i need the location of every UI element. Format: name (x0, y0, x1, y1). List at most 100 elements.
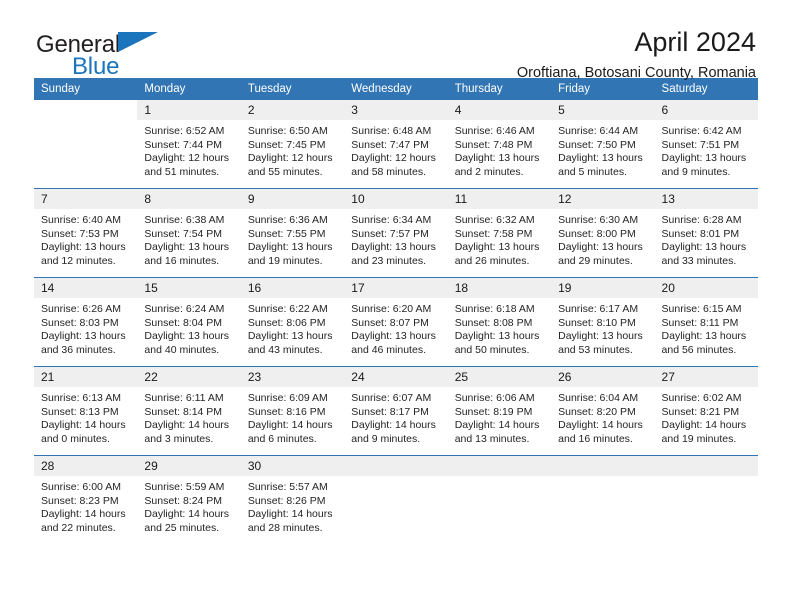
calendar-day-cell[interactable]: 8 Sunrise: 6:38 AM Sunset: 7:54 PM Daylight… (137, 188, 241, 278)
sunset-text: Sunset: 8:07 PM (351, 316, 429, 329)
daylight-text-line2: and 46 minutes. (351, 343, 426, 356)
calendar-day-cell[interactable]: 20 Sunrise: 6:15 AM Sunset: 8:11 PM Dayligh… (654, 277, 758, 367)
sunset-text: Sunset: 7:53 PM (41, 227, 119, 240)
daylight-text-line2: and 13 minutes. (454, 432, 530, 445)
weekday-header-tuesday: Tuesday (240, 78, 345, 100)
calendar-day-cell[interactable]: 10 Sunrise: 6:34 AM Sunset: 7:57 PM Dayligh… (344, 188, 448, 278)
day-cell-inner: 30 Sunrise: 5:57 AM Sunset: 8:26 PM Dayligh… (240, 456, 345, 544)
sunrise-text: Sunrise: 6:40 AM (41, 214, 121, 226)
daylight-text-line2: and 19 minutes. (247, 254, 323, 267)
day-cell-inner: 11 Sunrise: 6:32 AM Sunset: 7:58 PM Dayligh… (447, 189, 552, 277)
day-number: 14 (34, 278, 138, 298)
calendar-day-cell[interactable]: 4 Sunrise: 6:46 AM Sunset: 7:48 PM Daylight… (447, 100, 552, 189)
day-number: 18 (447, 278, 552, 298)
day-cell-inner: 20 Sunrise: 6:15 AM Sunset: 8:11 PM Dayligh… (654, 278, 758, 366)
calendar-day-cell[interactable]: 14 Sunrise: 6:26 AM Sunset: 8:03 PM Dayligh… (34, 277, 138, 367)
calendar-day-cell[interactable]: 17 Sunrise: 6:20 AM Sunset: 8:07 PM Dayligh… (344, 277, 448, 367)
day-details: Sunrise: 6:44 AM Sunset: 7:50 PM Daylight:… (551, 120, 654, 179)
calendar-day-cell[interactable]: 18 Sunrise: 6:18 AM Sunset: 8:08 PM Dayligh… (447, 277, 552, 367)
daylight-text-line1: Daylight: 13 hours (454, 241, 540, 254)
general-blue-logo[interactable]: General Blue (36, 31, 160, 79)
day-cell-inner: 22 Sunrise: 6:11 AM Sunset: 8:14 PM Dayligh… (137, 367, 241, 455)
sunset-text: Sunset: 8:00 PM (558, 227, 636, 240)
day-cell-inner: 25 Sunrise: 6:06 AM Sunset: 8:19 PM Dayligh… (447, 367, 552, 455)
calendar-day-cell[interactable]: 6 Sunrise: 6:42 AM Sunset: 7:51 PM Daylight… (654, 100, 758, 189)
daylight-text-line1: Daylight: 13 hours (144, 330, 230, 343)
sunrise-text: Sunrise: 6:04 AM (558, 392, 639, 404)
sunset-text: Sunset: 7:45 PM (247, 138, 326, 151)
calendar-day-cell[interactable]: 7 Sunrise: 6:40 AM Sunset: 7:53 PM Daylight… (34, 188, 138, 278)
day-details: Sunrise: 6:07 AM Sunset: 8:17 PM Daylight:… (344, 387, 447, 446)
daylight-text-line2: and 58 minutes. (351, 165, 426, 178)
sunrise-text: Sunrise: 6:30 AM (558, 214, 639, 226)
day-details: Sunrise: 6:48 AM Sunset: 7:47 PM Daylight:… (344, 120, 447, 179)
day-cell-inner: 16 Sunrise: 6:22 AM Sunset: 8:06 PM Dayligh… (240, 278, 345, 366)
daylight-text-line2: and 43 minutes. (247, 343, 323, 356)
calendar-day-cell[interactable]: 28 Sunrise: 6:00 AM Sunset: 8:23 PM Dayligh… (34, 455, 138, 544)
daylight-text-line2: and 51 minutes. (144, 165, 220, 178)
calendar-day-cell[interactable]: 29 Sunrise: 5:59 AM Sunset: 8:24 PM Dayligh… (137, 455, 241, 544)
sunrise-text: Sunrise: 6:26 AM (41, 303, 121, 315)
calendar-day-cell[interactable]: 1 Sunrise: 6:52 AM Sunset: 7:44 PM Daylight… (137, 100, 241, 189)
daylight-text-line1: Daylight: 13 hours (558, 152, 643, 165)
day-cell-inner: 10 Sunrise: 6:34 AM Sunset: 7:57 PM Dayligh… (344, 189, 448, 277)
sunset-text: Sunset: 7:55 PM (247, 227, 326, 240)
sunrise-text: Sunrise: 6:28 AM (661, 214, 742, 226)
sunset-text: Sunset: 8:19 PM (454, 405, 533, 418)
calendar-day-cell[interactable]: 21 Sunrise: 6:13 AM Sunset: 8:13 PM Dayligh… (34, 366, 138, 456)
calendar-day-cell (34, 100, 138, 189)
daylight-text-line2: and 53 minutes. (558, 343, 633, 356)
calendar-week-row: 21 Sunrise: 6:13 AM Sunset: 8:13 PM Dayligh… (34, 366, 758, 456)
sunrise-text: Sunrise: 6:22 AM (247, 303, 328, 315)
calendar-day-cell[interactable]: 30 Sunrise: 5:57 AM Sunset: 8:26 PM Dayligh… (240, 455, 345, 544)
calendar-day-cell[interactable]: 11 Sunrise: 6:32 AM Sunset: 7:58 PM Dayligh… (447, 188, 552, 278)
calendar-day-cell[interactable]: 23 Sunrise: 6:09 AM Sunset: 8:16 PM Dayligh… (240, 366, 345, 456)
calendar-day-cell (551, 455, 655, 544)
sunset-text: Sunset: 7:51 PM (661, 138, 740, 151)
calendar-day-cell[interactable]: 2 Sunrise: 6:50 AM Sunset: 7:45 PM Daylight… (240, 100, 345, 189)
sunrise-text: Sunrise: 6:17 AM (558, 303, 639, 315)
calendar-day-cell[interactable]: 24 Sunrise: 6:07 AM Sunset: 8:17 PM Dayligh… (344, 366, 448, 456)
day-number: 2 (240, 100, 345, 120)
weekday-header-sunday: Sunday (34, 78, 138, 100)
calendar-day-cell[interactable]: 22 Sunrise: 6:11 AM Sunset: 8:14 PM Dayligh… (137, 366, 241, 456)
day-number (34, 100, 138, 120)
daylight-text-line2: and 56 minutes. (661, 343, 737, 356)
sunrise-text: Sunrise: 6:32 AM (454, 214, 535, 226)
day-details: Sunrise: 6:11 AM Sunset: 8:14 PM Daylight:… (137, 387, 240, 446)
sunrise-text: Sunrise: 5:59 AM (144, 481, 225, 493)
calendar-day-cell[interactable]: 12 Sunrise: 6:30 AM Sunset: 8:00 PM Dayligh… (551, 188, 655, 278)
title-block: April 2024 Oroftiana, Botosani County, R… (517, 28, 756, 82)
day-number: 5 (551, 100, 655, 120)
day-number: 22 (137, 367, 241, 387)
triangle-flag-icon (117, 31, 160, 58)
calendar-day-cell[interactable]: 5 Sunrise: 6:44 AM Sunset: 7:50 PM Daylight… (551, 100, 655, 189)
calendar-day-cell[interactable]: 13 Sunrise: 6:28 AM Sunset: 8:01 PM Dayligh… (654, 188, 758, 278)
calendar-day-cell[interactable]: 3 Sunrise: 6:48 AM Sunset: 7:47 PM Daylight… (344, 100, 448, 189)
calendar-day-cell[interactable]: 16 Sunrise: 6:22 AM Sunset: 8:06 PM Dayligh… (240, 277, 345, 367)
day-cell-inner (344, 456, 448, 544)
daylight-text-line2: and 28 minutes. (247, 521, 323, 534)
day-cell-inner: 6 Sunrise: 6:42 AM Sunset: 7:51 PM Daylight… (654, 100, 758, 188)
calendar-day-cell[interactable]: 27 Sunrise: 6:02 AM Sunset: 8:21 PM Dayligh… (654, 366, 758, 456)
weekday-header-wednesday: Wednesday (344, 78, 448, 100)
sunset-text: Sunset: 8:01 PM (661, 227, 740, 240)
day-details: Sunrise: 6:46 AM Sunset: 7:48 PM Daylight:… (448, 120, 551, 179)
calendar-day-cell[interactable]: 25 Sunrise: 6:06 AM Sunset: 8:19 PM Dayligh… (447, 366, 552, 456)
sunset-text: Sunset: 8:24 PM (144, 494, 223, 507)
calendar-day-cell[interactable]: 26 Sunrise: 6:04 AM Sunset: 8:20 PM Dayligh… (551, 366, 655, 456)
day-details: Sunrise: 6:26 AM Sunset: 8:03 PM Daylight:… (34, 298, 137, 357)
calendar-day-cell[interactable]: 9 Sunrise: 6:36 AM Sunset: 7:55 PM Daylight… (240, 188, 345, 278)
calendar-day-cell (344, 455, 448, 544)
calendar-day-cell[interactable]: 15 Sunrise: 6:24 AM Sunset: 8:04 PM Dayligh… (137, 277, 241, 367)
daylight-text-line2: and 16 minutes. (144, 254, 220, 267)
sunrise-text: Sunrise: 6:44 AM (558, 125, 639, 137)
calendar-day-cell[interactable]: 19 Sunrise: 6:17 AM Sunset: 8:10 PM Dayligh… (551, 277, 655, 367)
day-number: 8 (137, 189, 241, 209)
day-cell-inner: 21 Sunrise: 6:13 AM Sunset: 8:13 PM Dayligh… (34, 367, 138, 455)
day-cell-inner: 3 Sunrise: 6:48 AM Sunset: 7:47 PM Daylight… (344, 100, 448, 188)
sunrise-text: Sunrise: 6:00 AM (41, 481, 121, 493)
sunset-text: Sunset: 8:21 PM (661, 405, 740, 418)
day-cell-inner: 9 Sunrise: 6:36 AM Sunset: 7:55 PM Daylight… (240, 189, 345, 277)
day-details: Sunrise: 6:18 AM Sunset: 8:08 PM Daylight:… (448, 298, 551, 357)
